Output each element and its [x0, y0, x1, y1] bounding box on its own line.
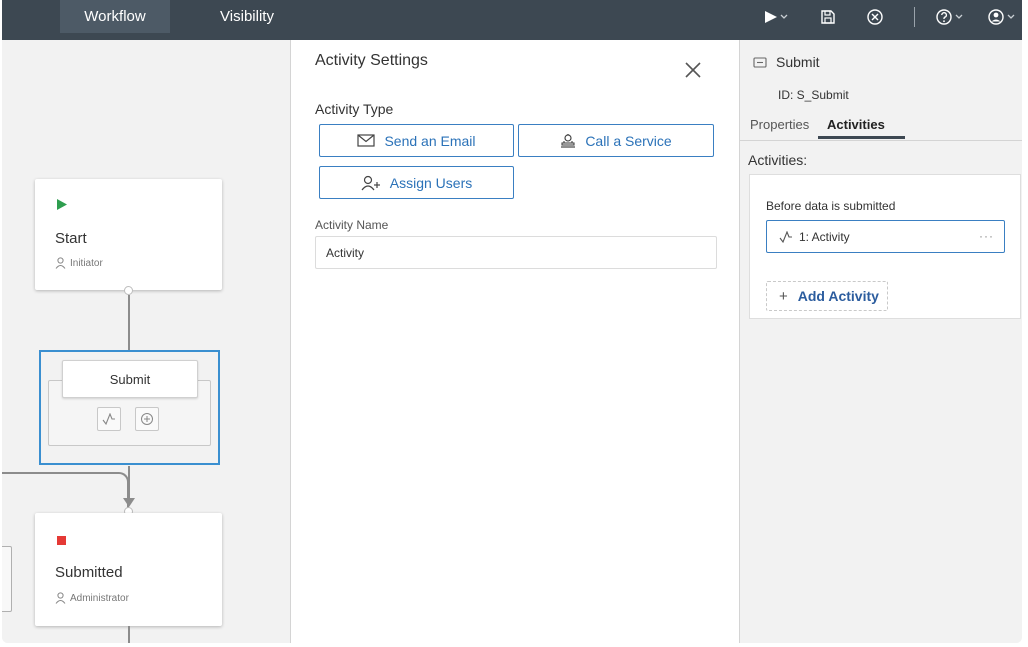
activity-name-label: Activity Name [315, 218, 389, 232]
assign-users-label: Assign Users [389, 174, 473, 191]
save-icon [821, 9, 835, 24]
connector-port[interactable] [124, 286, 133, 295]
run-button[interactable] [758, 0, 794, 33]
add-activity-label: Add Activity [797, 288, 879, 304]
activity-icon [779, 230, 792, 243]
close-icon [685, 62, 701, 78]
tab-workflow[interactable]: Workflow [60, 0, 170, 33]
save-button[interactable] [815, 0, 841, 33]
add-activity-button[interactable]: + Add Activity [766, 281, 888, 311]
activity-item-label: 1: Activity [799, 229, 850, 244]
top-bar: Workflow Visibility [2, 0, 1022, 40]
cancel-icon [867, 8, 883, 25]
arrow-down-icon [123, 498, 135, 507]
activity-type-label: Activity Type [315, 101, 394, 117]
assign-users-button[interactable]: Assign Users [319, 166, 514, 199]
envelope-icon [357, 134, 376, 147]
activity-item[interactable]: 1: Activity ··· [766, 220, 1005, 253]
assignee-label: Administrator [70, 592, 129, 604]
active-tab-indicator [818, 136, 905, 139]
submitted-node[interactable]: Submitted Administrator [35, 513, 222, 626]
call-service-label: Call a Service [585, 132, 672, 149]
add-circle-icon [141, 413, 153, 425]
connector-line [128, 626, 130, 643]
activity-settings-panel: Activity Settings Activity Type Send an … [290, 40, 740, 643]
offscreen-node [2, 546, 12, 612]
tab-visibility[interactable]: Visibility [170, 0, 324, 33]
details-panel: Submit ID: S_Submit Properties Activitie… [740, 40, 1022, 643]
help-icon [936, 8, 963, 25]
help-button[interactable] [932, 0, 968, 33]
step-title: Submit [776, 54, 820, 70]
more-options-icon[interactable]: ··· [979, 229, 994, 243]
tab-properties[interactable]: Properties [750, 117, 809, 139]
submit-node-selection[interactable]: Submit [39, 350, 220, 465]
start-node-title: Start [55, 230, 87, 247]
play-icon [765, 10, 788, 23]
service-icon [561, 133, 576, 148]
user-menu-button[interactable] [984, 0, 1020, 33]
assignee-label: Initiator [70, 257, 103, 269]
activities-card: Before data is submitted 1: Activity ···… [749, 174, 1021, 319]
panel-title: Activity Settings [315, 52, 428, 69]
start-node-assignee: Initiator [55, 257, 103, 269]
step-icon [753, 57, 767, 68]
workflow-canvas[interactable]: Start Initiator Submit Submitted Adminis… [2, 40, 290, 643]
activity-action-button[interactable] [97, 407, 121, 431]
loop-connector [2, 472, 129, 512]
close-button[interactable] [681, 58, 705, 82]
submit-node-label[interactable]: Submit [62, 360, 198, 398]
connector-line [128, 295, 130, 351]
send-email-button[interactable]: Send an Email [319, 124, 514, 157]
step-id: ID: S_Submit [778, 88, 849, 102]
start-node[interactable]: Start Initiator [35, 179, 222, 290]
start-flag-icon [57, 199, 67, 210]
submitted-node-title: Submitted [55, 564, 123, 581]
add-user-icon [361, 175, 380, 190]
submitted-node-assignee: Administrator [55, 592, 129, 604]
activities-heading: Activities: [748, 152, 808, 168]
activity-icon [102, 413, 115, 425]
app-frame: Workflow Visibility Start Initiator Subm… [2, 0, 1022, 643]
user-icon [988, 8, 1015, 25]
call-service-button[interactable]: Call a Service [518, 124, 714, 157]
tab-divider [740, 140, 1022, 141]
add-step-button[interactable] [135, 407, 159, 431]
plus-icon: + [779, 287, 788, 305]
toolbar-separator [914, 7, 915, 27]
cancel-button[interactable] [862, 0, 888, 33]
person-icon [55, 257, 66, 269]
activity-name-input[interactable] [315, 236, 717, 269]
send-email-label: Send an Email [384, 132, 476, 149]
person-icon [55, 592, 66, 604]
before-submit-label: Before data is submitted [766, 199, 896, 213]
end-marker-icon [57, 536, 66, 545]
